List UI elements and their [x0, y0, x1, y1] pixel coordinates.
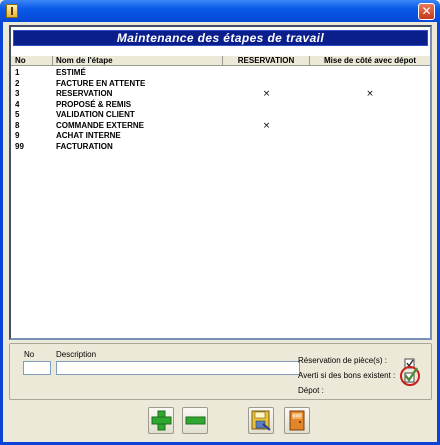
page-title: Maintenance des étapes de travail — [13, 30, 428, 46]
cell-reservation: × — [262, 120, 271, 131]
cell-mise-de-cote: × — [366, 89, 374, 99]
table-row[interactable]: 4 PROPOSÉ & REMIS — [11, 100, 430, 111]
table-row[interactable]: 1 ESTIMÉ — [11, 68, 430, 79]
steps-table-body: 1 ESTIMÉ 2 FACTURE EN ATTENTE 3 RESERVAT… — [11, 68, 430, 152]
exit-button[interactable]: EXIT — [284, 407, 310, 434]
cell-no: 5 — [15, 110, 20, 119]
cell-name: VALIDATION CLIENT — [56, 110, 135, 119]
table-row[interactable]: 2 FACTURE EN ATTENTE — [11, 79, 430, 90]
table-row[interactable]: 5 VALIDATION CLIENT — [11, 110, 430, 121]
no-label: No — [24, 350, 35, 359]
table-row[interactable]: 9 ACHAT INTERNE — [11, 131, 430, 142]
cell-no: 3 — [15, 89, 20, 98]
reservation-label: Réservation de pièce(s) : — [298, 356, 387, 365]
minus-icon — [185, 416, 206, 425]
cell-no: 99 — [15, 141, 24, 151]
app-icon — [6, 4, 18, 18]
cell-reservation: × — [262, 89, 271, 99]
cell-name: RESERVATION — [56, 89, 113, 98]
table-row[interactable]: 99 FACTURATION — [11, 142, 430, 153]
cell-no: 9 — [15, 131, 20, 140]
cell-name: ACHAT INTERNE — [56, 131, 121, 140]
table-row[interactable]: 8 COMMANDE EXTERNE × — [11, 121, 430, 132]
column-header-name[interactable]: Nom de l'étape — [53, 56, 223, 66]
depot-label: Dépot : — [298, 386, 324, 395]
exit-label: EXIT — [293, 413, 302, 418]
column-header-mise-de-cote[interactable]: Mise de côté avec dépot — [310, 56, 430, 66]
plus-icon — [151, 410, 172, 431]
column-header-no[interactable]: No — [11, 56, 53, 66]
description-label: Description — [56, 350, 97, 359]
save-icon — [251, 410, 271, 431]
window-client-area: Maintenance des étapes de travail No Nom… — [3, 22, 437, 442]
exit-door-icon — [289, 410, 305, 431]
table-row[interactable]: 3 RESERVATION × × — [11, 89, 430, 100]
no-field[interactable] — [23, 361, 51, 375]
application-window: ✕ Maintenance des étapes de travail No N… — [0, 0, 440, 445]
add-button[interactable] — [148, 407, 174, 434]
title-bar[interactable]: ✕ — [0, 0, 440, 22]
step-edit-panel: No Description Réservation de pièce(s) :… — [9, 343, 432, 400]
cell-name: FACTURATION — [56, 141, 113, 151]
averti-label: Averti si des bons existent : — [298, 371, 396, 380]
close-button[interactable]: ✕ — [418, 3, 435, 20]
cell-no: 1 — [15, 68, 20, 77]
checkbox-check-icon[interactable] — [395, 356, 425, 386]
cell-name: ESTIMÉ — [56, 68, 86, 77]
table-header: No Nom de l'étape RESERVATION Mise de cô… — [11, 55, 430, 66]
cell-no: 2 — [15, 78, 20, 88]
save-button[interactable] — [248, 407, 274, 434]
remove-button[interactable] — [182, 407, 208, 434]
cell-name: FACTURE EN ATTENTE — [56, 78, 146, 88]
cell-name: PROPOSÉ & REMIS — [56, 99, 132, 109]
cell-no: 8 — [15, 120, 20, 130]
description-field[interactable] — [56, 361, 300, 375]
column-header-reservation[interactable]: RESERVATION — [223, 56, 310, 66]
steps-table-frame: Maintenance des étapes de travail No Nom… — [9, 25, 432, 340]
cell-no: 4 — [15, 99, 20, 109]
cell-name: COMMANDE EXTERNE — [56, 120, 145, 130]
